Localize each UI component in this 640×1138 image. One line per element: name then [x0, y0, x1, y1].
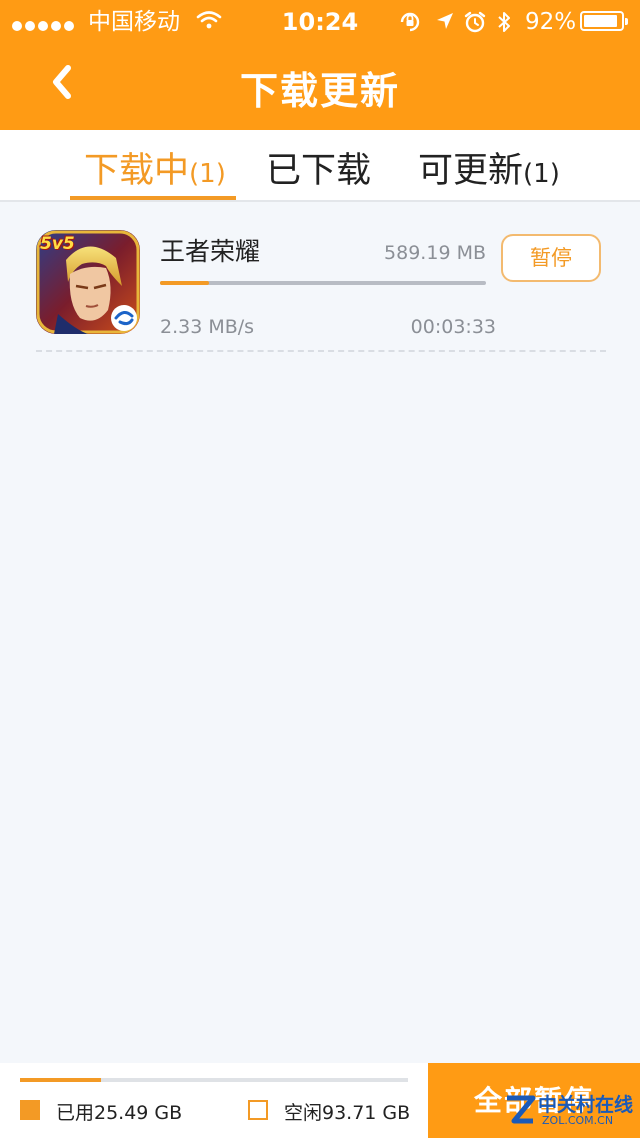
location-arrow-icon — [434, 10, 456, 36]
pause-button[interactable]: 暂停 — [501, 234, 601, 282]
storage-free-label: 空闲93.71 GB — [284, 1102, 411, 1124]
tab-count: (1) — [189, 159, 226, 189]
watermark-subtext: ZOL.COM.CN — [542, 1114, 614, 1127]
watermark-text: 中关村在线 — [538, 1094, 634, 1116]
battery-icon — [580, 11, 628, 31]
app-name: 王者荣耀 — [160, 237, 261, 266]
battery-percentage: 92% — [525, 9, 577, 35]
tab-downloading[interactable]: 下载中(1) — [84, 142, 226, 193]
list-item[interactable]: 5v5 王者荣耀 589.19 MB 2.33 MB/s 00:03:33 暂停 — [36, 228, 606, 352]
orientation-lock-icon — [398, 10, 422, 38]
bluetooth-icon — [496, 10, 512, 38]
tab-downloaded[interactable]: 已下载 — [266, 142, 371, 193]
storage-usage-fill — [20, 1078, 102, 1082]
storage-used-label: 已用25.49 GB — [56, 1102, 183, 1124]
watermark: 中关村在线 ZOL.COM.CN — [504, 1090, 634, 1130]
download-size: 589.19 MB — [384, 242, 486, 264]
used-legend-swatch — [20, 1100, 40, 1120]
zol-logo-icon — [507, 1095, 536, 1124]
app-badge: 5v5 — [40, 234, 75, 254]
active-tab-indicator — [70, 196, 236, 200]
free-legend-swatch — [248, 1100, 268, 1120]
tab-bar: 下载中(1) 已下载 可更新(1) — [0, 130, 640, 202]
page-title: 下载更新 — [239, 69, 400, 113]
download-progress-bar — [160, 281, 486, 285]
time-remaining: 00:03:33 — [410, 316, 496, 338]
tab-count: (1) — [523, 159, 560, 189]
download-progress-fill — [160, 281, 209, 285]
tab-label: 下载中 — [84, 151, 190, 191]
download-speed: 2.33 MB/s — [160, 316, 255, 338]
honor-of-kings-app-icon: 5v5 — [36, 230, 140, 334]
tab-label: 已下载 — [266, 151, 372, 191]
storage-usage-bar — [20, 1078, 408, 1082]
tab-label: 可更新 — [418, 151, 524, 191]
tab-updatable[interactable]: 可更新(1) — [418, 142, 560, 193]
status-bar: 中国移动 10:24 92% — [0, 0, 640, 44]
alarm-icon — [463, 10, 487, 38]
